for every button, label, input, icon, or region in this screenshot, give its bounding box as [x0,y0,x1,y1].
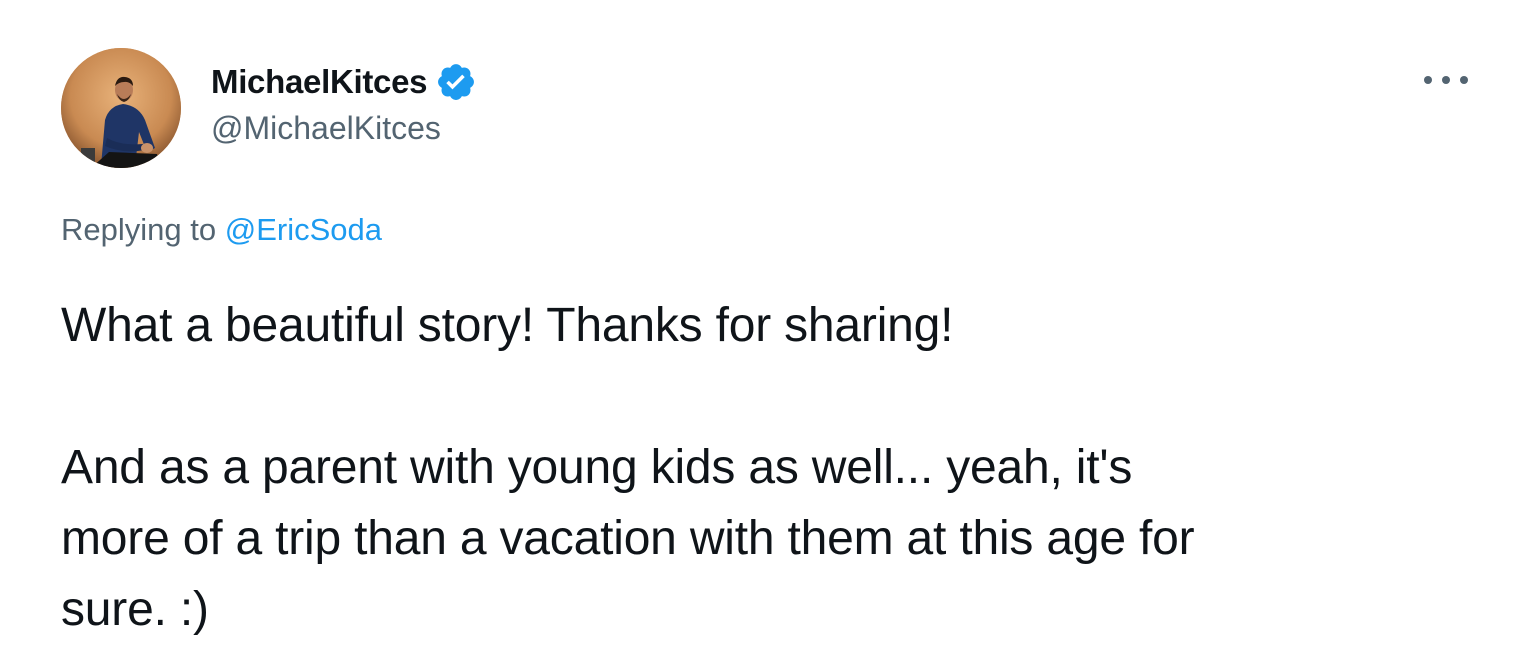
reply-mention-link[interactable]: @EricSoda [225,212,382,247]
replying-to: Replying to @EricSoda [61,212,382,248]
author-display-name[interactable]: MichaelKitces [211,63,428,101]
author-handle[interactable]: @MichaelKitces [211,110,441,147]
more-dot [1442,76,1450,84]
more-options-icon[interactable] [1424,64,1468,96]
avatar-photo-icon [61,48,181,168]
replying-to-label: Replying to [61,212,217,247]
tweet-paragraph: And as a parent with young kids as well.… [61,441,1195,636]
more-dot [1460,76,1468,84]
tweet-card: MichaelKitces @MichaelKitces Replying to… [0,0,1522,662]
tweet-body: What a beautiful story! Thanks for shari… [61,290,1481,645]
verified-badge-icon [435,61,477,103]
tweet-paragraph: What a beautiful story! Thanks for shari… [61,299,954,352]
author-name-row: MichaelKitces [211,60,477,104]
avatar[interactable] [61,48,181,168]
more-dot [1424,76,1432,84]
